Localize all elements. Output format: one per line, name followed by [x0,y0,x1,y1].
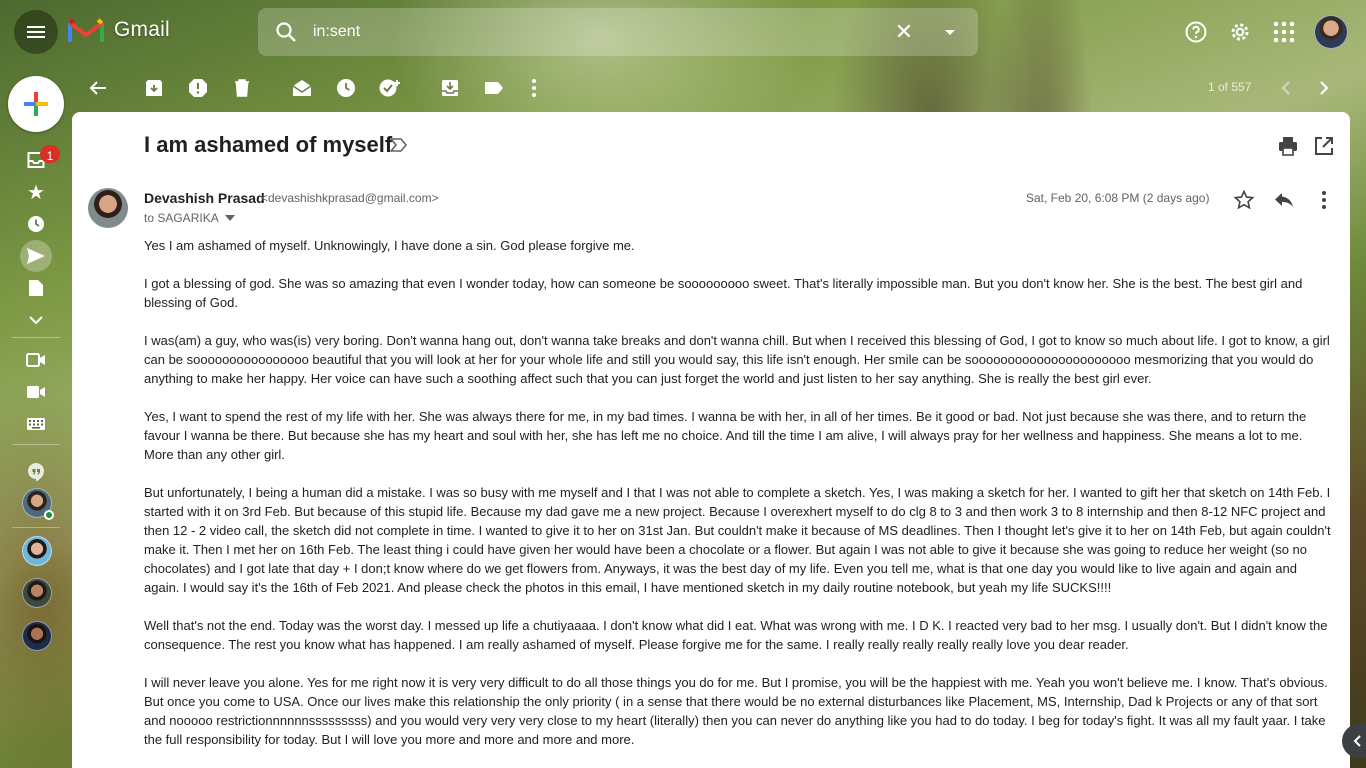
contact-avatar[interactable] [22,578,52,608]
star-outline-icon [1234,190,1254,210]
star-button[interactable] [1232,188,1256,212]
add-to-tasks-button[interactable] [378,76,402,100]
gmail-m-icon [68,18,104,42]
message-panel: I am ashamed of myself Devashish Prasad … [72,112,1350,768]
move-to-inbox-icon [442,80,458,96]
recipient-text: to SAGARIKA [144,211,219,225]
video-camera-outline-icon [26,353,45,367]
rail-divider [12,444,60,445]
more-actions-button[interactable] [522,76,546,100]
trash-icon [235,79,249,97]
app-name: Gmail [114,18,170,41]
mark-unread-icon [292,80,312,96]
open-new-window-button[interactable] [1314,136,1334,156]
help-icon[interactable] [1180,16,1212,48]
clear-search-icon[interactable]: ✕ [892,20,916,44]
older-button[interactable] [1312,76,1336,100]
report-spam-icon [189,79,207,97]
archive-button[interactable] [142,76,166,100]
reply-icon [1275,193,1293,207]
rail-meet-new[interactable] [20,344,52,376]
settings-icon[interactable] [1224,16,1256,48]
more-vert-icon [1322,191,1326,209]
chevron-left-icon [1281,81,1290,95]
contact-avatar[interactable] [22,621,52,651]
send-icon [27,248,45,264]
move-to-button[interactable] [438,76,462,100]
rail-keyboard[interactable] [20,408,52,440]
rail-divider [12,337,60,338]
rail-drafts[interactable] [20,272,52,304]
chevron-right-icon [1320,81,1329,95]
chevron-down-icon [29,316,43,325]
rail-meet-join[interactable] [20,376,52,408]
top-header: Gmail ✕ [0,0,1366,64]
more-vert-icon [532,79,536,97]
menu-icon [27,26,45,38]
arrow-back-icon [89,81,106,95]
contact-avatar[interactable] [22,536,52,566]
print-button[interactable] [1278,136,1298,156]
sender-email: <devashishkprasad@gmail.com> [261,191,439,205]
rail-hangouts[interactable] [20,456,52,488]
open-in-new-icon [1315,137,1333,155]
add-task-icon [379,79,400,97]
hangouts-icon [28,463,44,482]
recipient-line[interactable]: to SAGARIKA [144,211,235,225]
body-paragraph: I was(am) a guy, who was(is) very boring… [144,333,1330,386]
report-spam-button[interactable] [186,76,210,100]
archive-icon [146,80,162,96]
sender-avatar[interactable] [88,188,128,228]
body-paragraph: I got a blessing of god. She was so amaz… [144,276,1303,310]
label-icon [485,82,503,94]
message-date: Sat, Feb 20, 6:08 PM (2 days ago) [1026,191,1210,205]
message-more-button[interactable] [1312,188,1336,212]
labels-button[interactable] [482,76,506,100]
clock-icon [28,216,44,232]
rail-snoozed[interactable] [20,208,52,240]
importance-marker-icon[interactable] [390,138,408,152]
search-options-icon[interactable] [938,20,962,44]
print-icon [1279,137,1297,156]
pagination-count: 1 of 557 [1208,80,1252,94]
message-body: Yes I am ashamed of myself. Unknowingly,… [144,236,1334,768]
show-details-caret-icon[interactable] [224,215,235,221]
online-status-dot [44,510,54,520]
gmail-logo[interactable]: Gmail [68,16,170,44]
sender-name[interactable]: Devashish Prasad [144,190,265,206]
search-bar: ✕ [258,8,978,56]
draft-icon [29,280,43,296]
message-subject: I am ashamed of myself [144,132,393,157]
snooze-clock-icon [337,79,355,97]
body-paragraph: Well that's not the end. Today was the w… [144,618,1328,652]
rail-divider [12,527,60,528]
body-paragraph: I will never leave you alone. Yes for me… [144,675,1328,747]
rail-sent[interactable] [20,240,52,272]
keyboard-icon [27,418,45,430]
chevron-left-icon [1353,735,1361,747]
star-icon: ★ [27,181,45,204]
search-input[interactable] [313,20,873,44]
main-menu-button[interactable] [14,10,58,54]
compose-plus-icon [24,92,48,116]
inbox-unread-badge: 1 [40,145,60,163]
account-avatar[interactable] [1314,15,1348,49]
body-paragraph: Yes, I want to spend the rest of my life… [144,409,1307,462]
compose-button[interactable] [8,76,64,132]
rail-starred[interactable]: ★ [20,176,52,208]
back-button[interactable] [86,76,110,100]
delete-button[interactable] [230,76,254,100]
newer-button[interactable] [1274,76,1298,100]
mark-unread-button[interactable] [290,76,314,100]
search-icon[interactable] [274,20,298,44]
reply-button[interactable] [1272,188,1296,212]
body-paragraph: Yes I am ashamed of myself. Unknowingly,… [144,238,635,253]
rail-more[interactable] [20,304,52,336]
snooze-button[interactable] [334,76,358,100]
body-paragraph: But unfortunately, I being a human did a… [144,485,1331,595]
video-camera-icon [27,386,45,398]
apps-icon[interactable] [1268,16,1300,48]
